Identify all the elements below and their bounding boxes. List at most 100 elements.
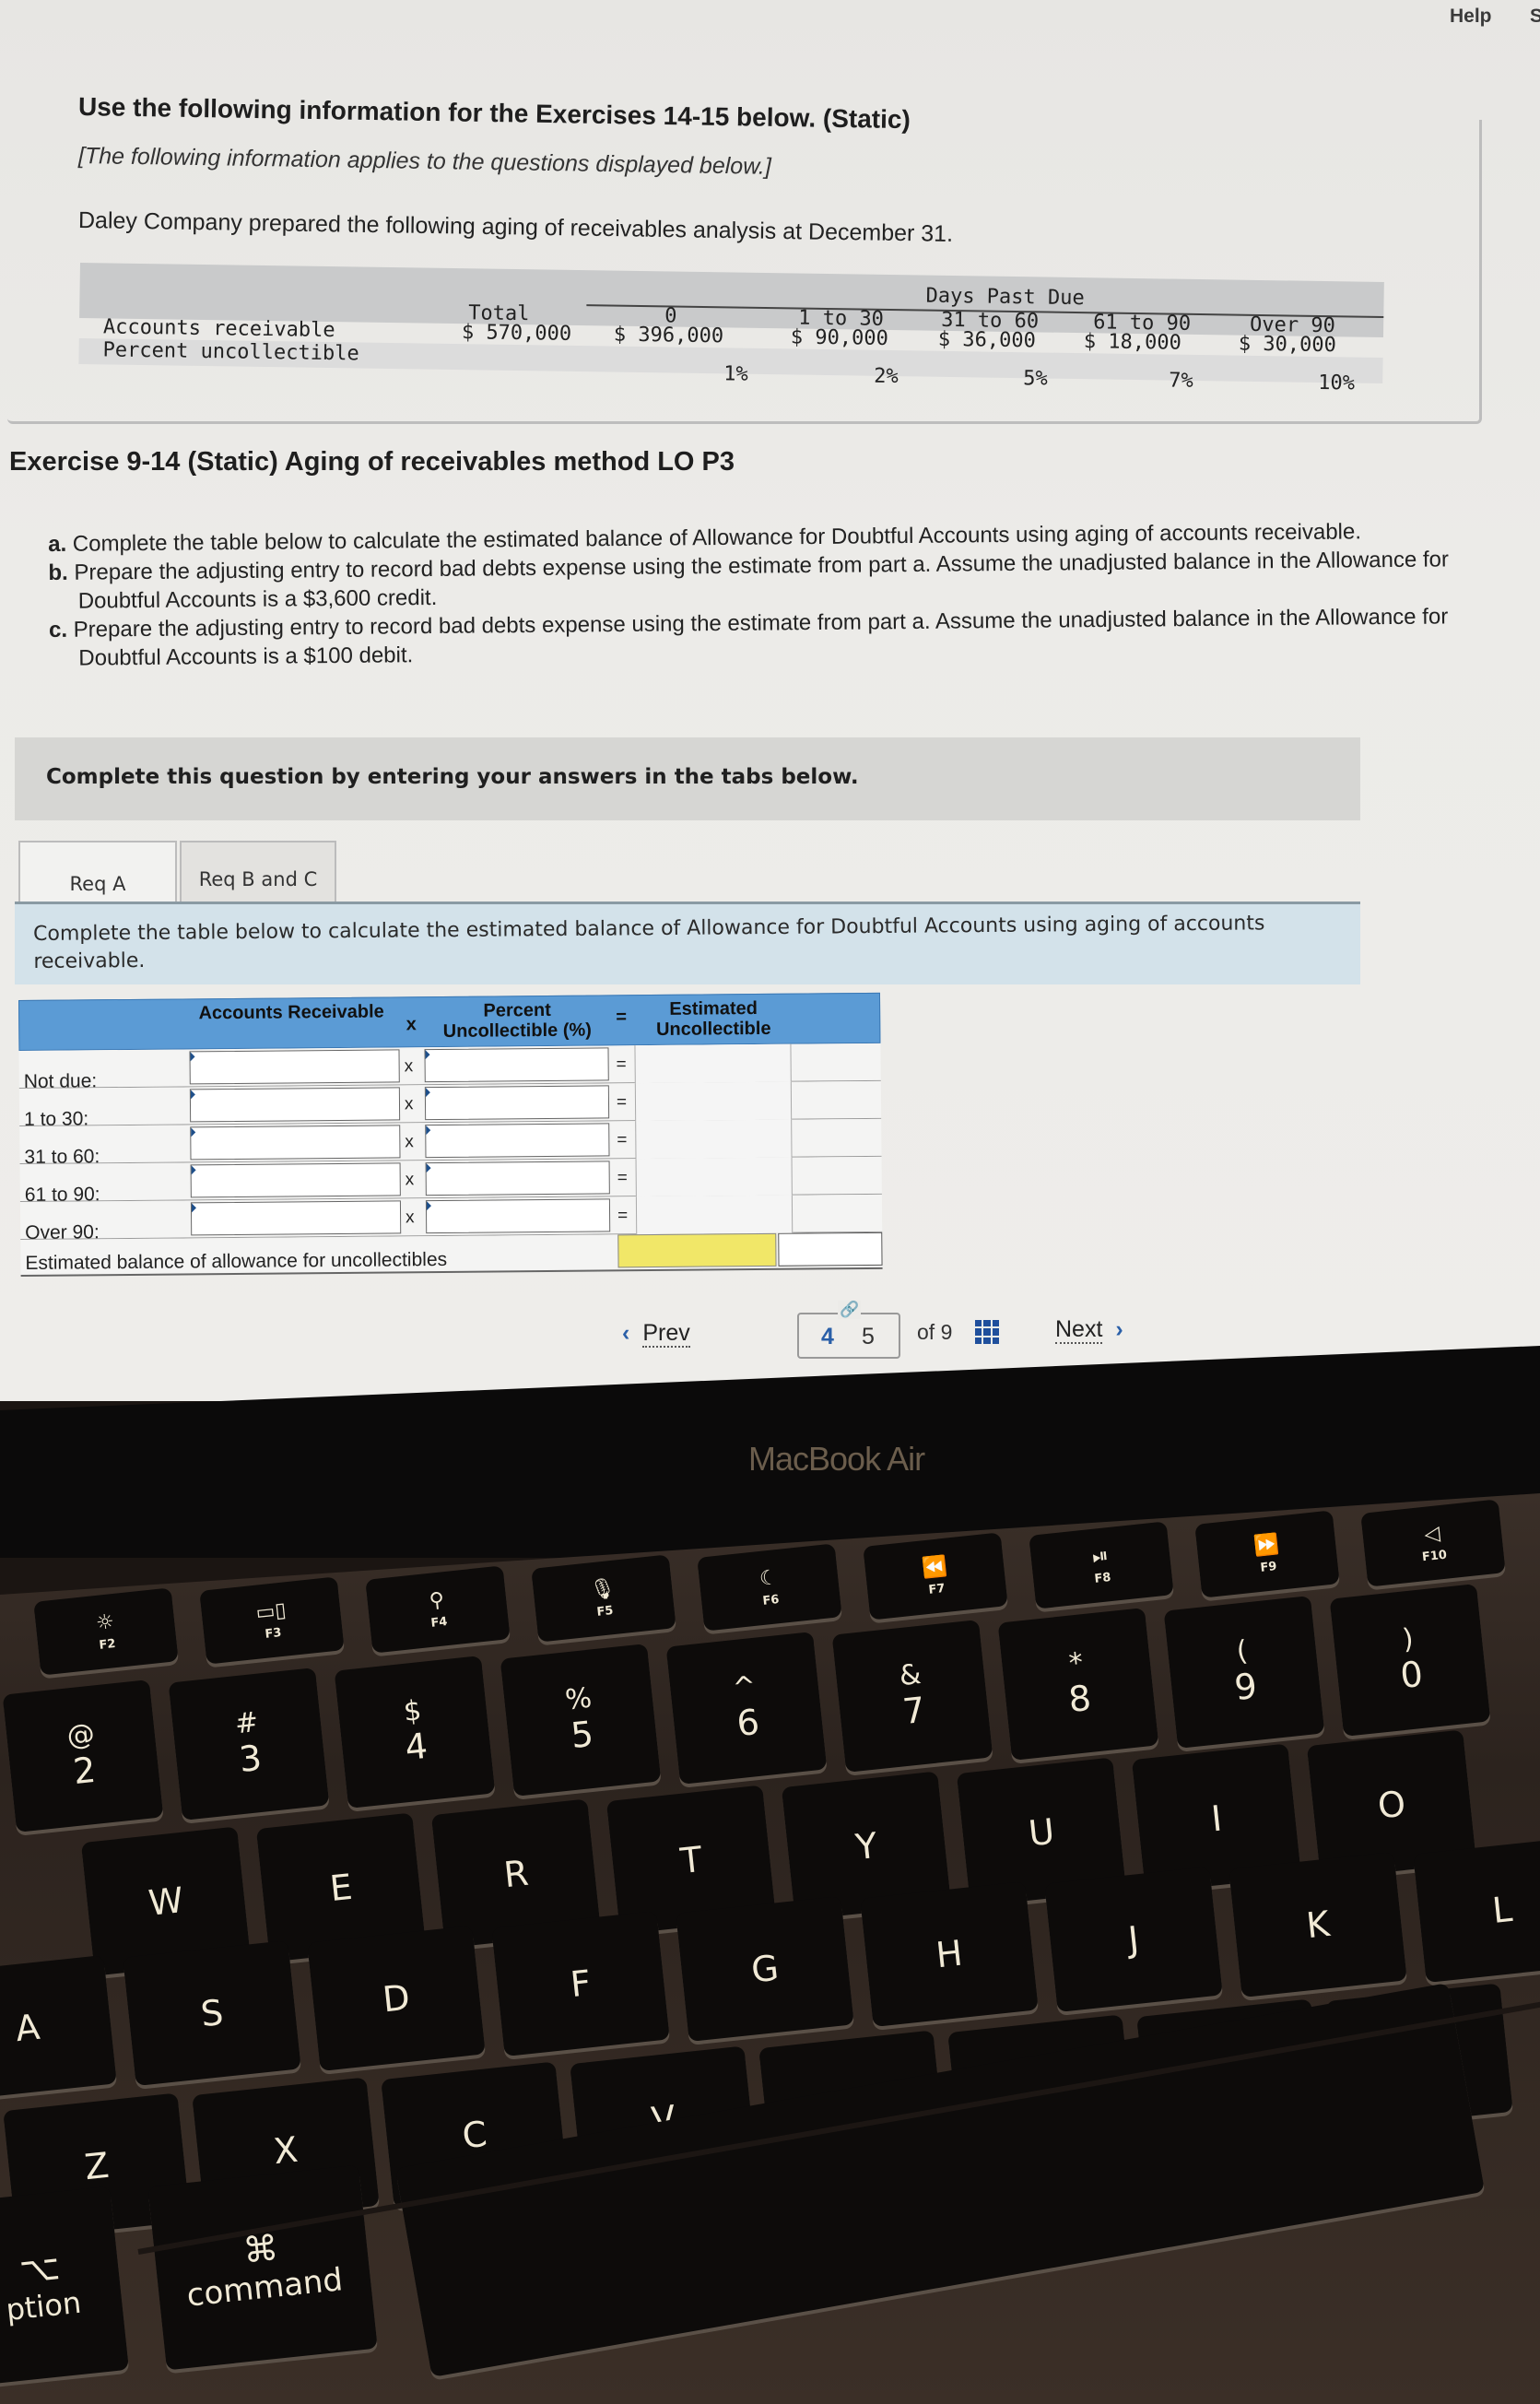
chevron-right-icon: ›: [1115, 1316, 1123, 1342]
page-number-current[interactable]: 4: [821, 1324, 834, 1350]
requirement-letter: c.: [48, 617, 68, 642]
key-5[interactable]: % 5: [500, 1644, 662, 1797]
key-f3[interactable]: ▭▯ F3: [199, 1576, 345, 1665]
header-estimated-uncollectible: Estimated Uncollectible: [655, 998, 771, 1040]
page-selector[interactable]: 🔗 4 5: [797, 1301, 900, 1359]
req-a-instruction-panel: Complete the table below to calculate th…: [15, 902, 1360, 984]
pct-1-30: 2%: [874, 364, 899, 389]
pct-61-90: 7%: [1169, 369, 1193, 393]
estimated-uncollectible-cell: [634, 1043, 792, 1084]
accounts-receivable-input[interactable]: [190, 1125, 401, 1161]
key-option[interactable]: ⌥ ption: [0, 2186, 129, 2386]
ar-total: $ 570,000: [461, 321, 572, 346]
times-symbol: x: [405, 1132, 414, 1152]
total-row: Estimated balance of allowance for uncol…: [20, 1231, 883, 1277]
laptop-brand-label: MacBook Air: [748, 1440, 925, 1478]
cut-off-menu-item[interactable]: S: [1530, 6, 1540, 28]
key-k[interactable]: K: [1228, 1851, 1407, 1998]
key-f10[interactable]: ◁ F10: [1360, 1499, 1506, 1587]
row-label-ar: Accounts receivable: [102, 315, 335, 343]
page-total: of 9: [917, 1320, 953, 1344]
req-a-instruction: Complete the table below to calculate th…: [33, 912, 1265, 973]
key-command[interactable]: ⌘ command: [147, 2164, 378, 2371]
next-button[interactable]: Next ›: [1055, 1316, 1123, 1344]
question-pagination: ‹ Prev 🔗 4 5 of 9 Next ›: [590, 1300, 1161, 1373]
equals-symbol: =: [616, 1092, 628, 1113]
key-j[interactable]: J: [1044, 1866, 1223, 2013]
equals-symbol: =: [616, 1055, 627, 1075]
days-past-due-header: Days Past Due: [925, 284, 1085, 311]
ar-0: $ 396,000: [613, 323, 724, 348]
chevron-left-icon: ‹: [622, 1320, 630, 1346]
key-f4[interactable]: ⚲ F4: [365, 1565, 511, 1654]
estimated-uncollectible-cell: [635, 1195, 794, 1235]
accounts-receivable-input[interactable]: [190, 1162, 401, 1198]
ar-over-90: $ 30,000: [1238, 332, 1336, 358]
key-f2[interactable]: ☼ F2: [33, 1587, 179, 1676]
percent-input[interactable]: [424, 1085, 610, 1121]
key-f7[interactable]: ⏪ F7: [863, 1532, 1008, 1620]
header-percent-uncollectible: Percent Uncollectible (%): [442, 999, 592, 1042]
complete-question-text: Complete this question by entering your …: [46, 765, 859, 789]
key-9[interactable]: (9: [1163, 1596, 1325, 1749]
link-icon: 🔗: [838, 1301, 862, 1319]
accounts-receivable-input[interactable]: [189, 1049, 400, 1085]
key-4[interactable]: $4: [334, 1656, 496, 1809]
pct-31-60: 5%: [1023, 367, 1048, 391]
ar-61-90: $ 18,000: [1083, 330, 1181, 355]
key-f8[interactable]: ⏯ F8: [1029, 1521, 1174, 1609]
percent-input[interactable]: [424, 1047, 609, 1083]
key-d[interactable]: D: [307, 1925, 486, 2072]
table-header: Accounts Receivable x Percent Uncollecti…: [18, 992, 881, 1051]
header-accounts-receivable: Accounts Receivable: [198, 1001, 384, 1024]
browser-screen: Help S Use the following information for…: [0, 0, 1540, 1401]
pct-0: 1%: [723, 362, 748, 386]
prev-button[interactable]: ‹ Prev: [622, 1320, 690, 1348]
key-a[interactable]: A: [0, 1954, 117, 2102]
key-f6[interactable]: ☾ F6: [697, 1543, 842, 1632]
key-f[interactable]: F: [491, 1910, 670, 2057]
key-2[interactable]: @2: [2, 1679, 164, 1832]
key-f9[interactable]: ⏩ F9: [1194, 1510, 1340, 1598]
help-link[interactable]: Help: [1450, 6, 1492, 28]
key-0[interactable]: ) 0: [1329, 1584, 1491, 1737]
key-h[interactable]: H: [860, 1880, 1039, 2028]
estimated-uncollectible-cell: [635, 1119, 793, 1160]
requirement-letter: a.: [48, 531, 67, 557]
header-times: x: [406, 1014, 417, 1035]
total-allowance-input[interactable]: [617, 1232, 777, 1268]
ar-1-30: $ 90,000: [790, 325, 889, 351]
key-3[interactable]: #3: [168, 1667, 330, 1821]
pct-over-90: 10%: [1318, 371, 1356, 395]
percent-input[interactable]: [425, 1198, 611, 1234]
row-label-pct: Percent uncollectible: [102, 338, 359, 366]
equals-symbol: =: [617, 1130, 628, 1150]
key-l[interactable]: L: [1413, 1836, 1540, 1984]
equals-symbol: =: [617, 1206, 629, 1226]
times-symbol: x: [405, 1208, 415, 1228]
accounts-receivable-input[interactable]: [189, 1087, 401, 1123]
percent-input[interactable]: [425, 1123, 610, 1159]
key-6[interactable]: ^ 6: [665, 1632, 828, 1785]
key-7[interactable]: & 7: [831, 1620, 993, 1773]
exercise-title: Exercise 9-14 (Static) Aging of receivab…: [9, 447, 735, 477]
total-extra-cell: [778, 1231, 883, 1267]
requirement-letter: b.: [48, 560, 68, 585]
estimated-uncollectible-cell: [635, 1157, 793, 1197]
page-number-linked[interactable]: 5: [862, 1324, 875, 1350]
percent-input[interactable]: [425, 1161, 610, 1196]
key-f5[interactable]: 🎙 F5: [531, 1554, 676, 1643]
key-s[interactable]: S: [123, 1939, 301, 2087]
accounts-receivable-input[interactable]: [190, 1200, 402, 1236]
estimated-uncollectible-cell: [634, 1081, 793, 1122]
prev-label: Prev: [642, 1320, 690, 1348]
requirements-list: a. Complete the table below to calculate…: [48, 516, 1487, 673]
grid-icon[interactable]: [975, 1320, 999, 1344]
equals-symbol: =: [617, 1168, 628, 1188]
key-g[interactable]: G: [676, 1895, 854, 2043]
next-label: Next: [1055, 1316, 1103, 1344]
requirement-text: Prepare the adjusting entry to record ba…: [73, 604, 1449, 671]
times-symbol: x: [404, 1094, 414, 1114]
ar-31-60: $ 36,000: [937, 327, 1037, 353]
key-8[interactable]: * 8: [997, 1608, 1159, 1761]
